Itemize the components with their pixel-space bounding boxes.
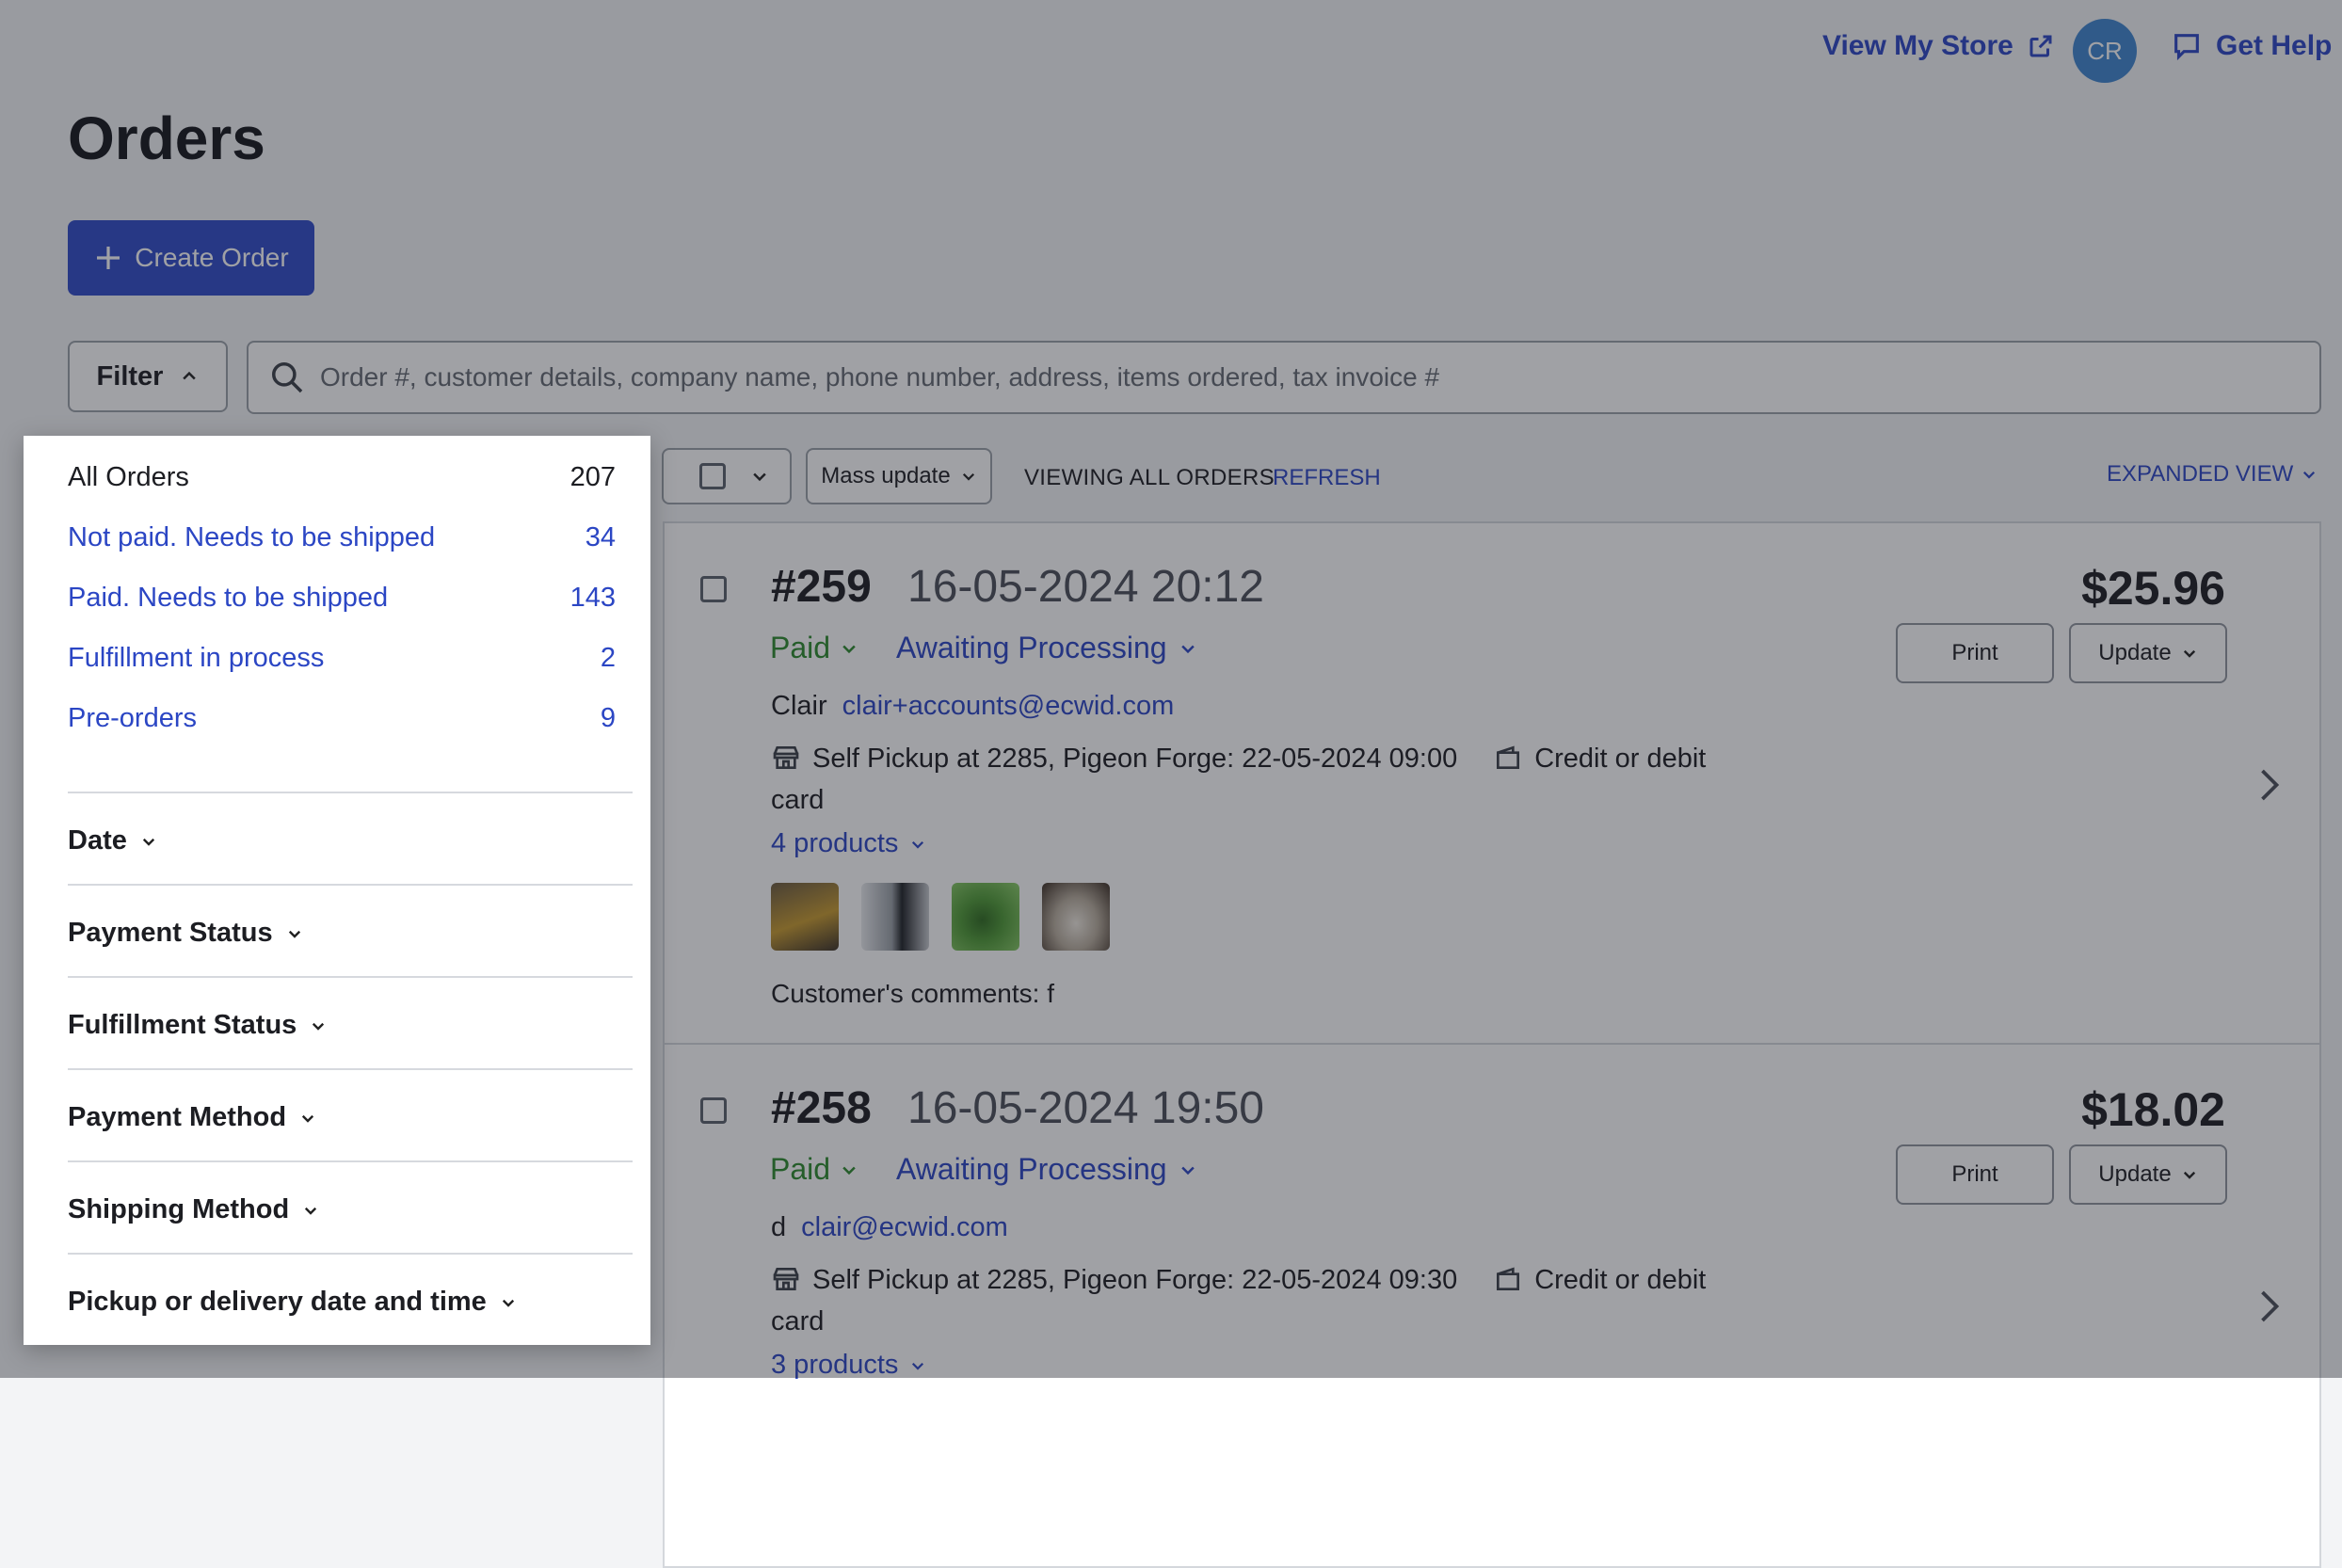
divider (68, 1253, 633, 1255)
chevron-down-icon (305, 1207, 317, 1215)
quick-filter-label: Paid. Needs to be shipped (68, 583, 389, 613)
chevron-down-icon (142, 838, 154, 846)
chevron-down-icon (313, 1022, 325, 1031)
quick-filter-count: 2 (600, 643, 616, 673)
quick-filter-count: 34 (585, 522, 616, 552)
filter-section-label: Pickup or delivery date and time (68, 1287, 487, 1317)
filter-section-label: Shipping Method (68, 1194, 290, 1224)
divider (68, 1068, 633, 1070)
chevron-down-icon (301, 1114, 314, 1123)
divider (68, 884, 633, 886)
quick-filter-label: All Orders (68, 462, 189, 492)
filter-section-shipping-method[interactable]: Shipping Method (68, 1194, 319, 1225)
filter-section-label: Payment Method (68, 1102, 287, 1132)
filter-dropdown: All Orders 207 Not paid. Needs to be shi… (24, 436, 650, 1345)
filter-section-label: Date (68, 825, 127, 856)
quick-filter-count: 9 (600, 703, 616, 733)
quick-filter-label: Pre-orders (68, 703, 197, 733)
quick-filter-paid[interactable]: Paid. Needs to be shipped 143 (68, 583, 616, 614)
quick-filter-all-orders[interactable]: All Orders 207 (68, 462, 616, 493)
filter-section-payment-method[interactable]: Payment Method (68, 1102, 316, 1133)
filter-section-payment-status[interactable]: Payment Status (68, 918, 303, 949)
chevron-down-icon (502, 1299, 514, 1307)
divider (68, 976, 633, 978)
filter-section-pickup-delivery-date[interactable]: Pickup or delivery date and time (68, 1287, 517, 1318)
filter-section-label: Payment Status (68, 918, 273, 948)
divider (68, 1160, 633, 1162)
quick-filter-not-paid[interactable]: Not paid. Needs to be shipped 34 (68, 522, 616, 553)
divider (68, 792, 633, 793)
orders-page: View My Store CR Get Help Orders Create … (0, 0, 2342, 1568)
quick-filter-label: Fulfillment in process (68, 643, 325, 673)
filter-section-fulfillment-status[interactable]: Fulfillment Status (68, 1010, 327, 1041)
chevron-down-icon (288, 930, 300, 938)
quick-filter-pre-orders[interactable]: Pre-orders 9 (68, 703, 616, 734)
quick-filter-fulfillment[interactable]: Fulfillment in process 2 (68, 643, 616, 674)
quick-filter-count: 143 (569, 583, 616, 613)
filter-section-label: Fulfillment Status (68, 1010, 297, 1040)
filter-section-date[interactable]: Date (68, 825, 157, 856)
quick-filter-label: Not paid. Needs to be shipped (68, 522, 436, 552)
quick-filter-count: 207 (569, 462, 616, 492)
